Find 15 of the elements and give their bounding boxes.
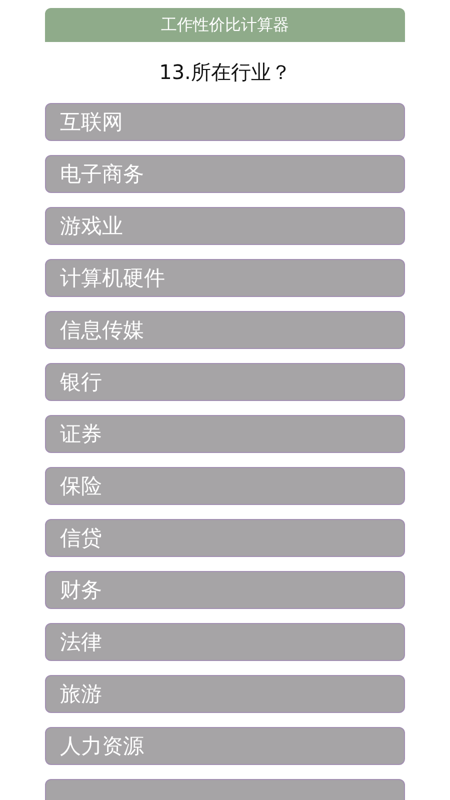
- option-button[interactable]: 保险: [45, 467, 405, 505]
- option-button[interactable]: 计算机硬件: [45, 259, 405, 297]
- option-button[interactable]: 证券: [45, 415, 405, 453]
- question-text: 13.所在行业？: [158, 59, 292, 86]
- option-button[interactable]: 信贷: [45, 519, 405, 557]
- option-button[interactable]: 人力资源: [45, 727, 405, 765]
- option-button[interactable]: 银行: [45, 363, 405, 401]
- option-button[interactable]: 法律: [45, 623, 405, 661]
- option-button[interactable]: 互联网: [45, 103, 405, 141]
- option-button[interactable]: 财务: [45, 571, 405, 609]
- app-title: 工作性价比计算器: [161, 14, 289, 36]
- option-button[interactable]: 游戏业: [45, 207, 405, 245]
- option-button[interactable]: 电子商务: [45, 155, 405, 193]
- option-button[interactable]: 信息传媒: [45, 311, 405, 349]
- option-button[interactable]: 旅游: [45, 675, 405, 713]
